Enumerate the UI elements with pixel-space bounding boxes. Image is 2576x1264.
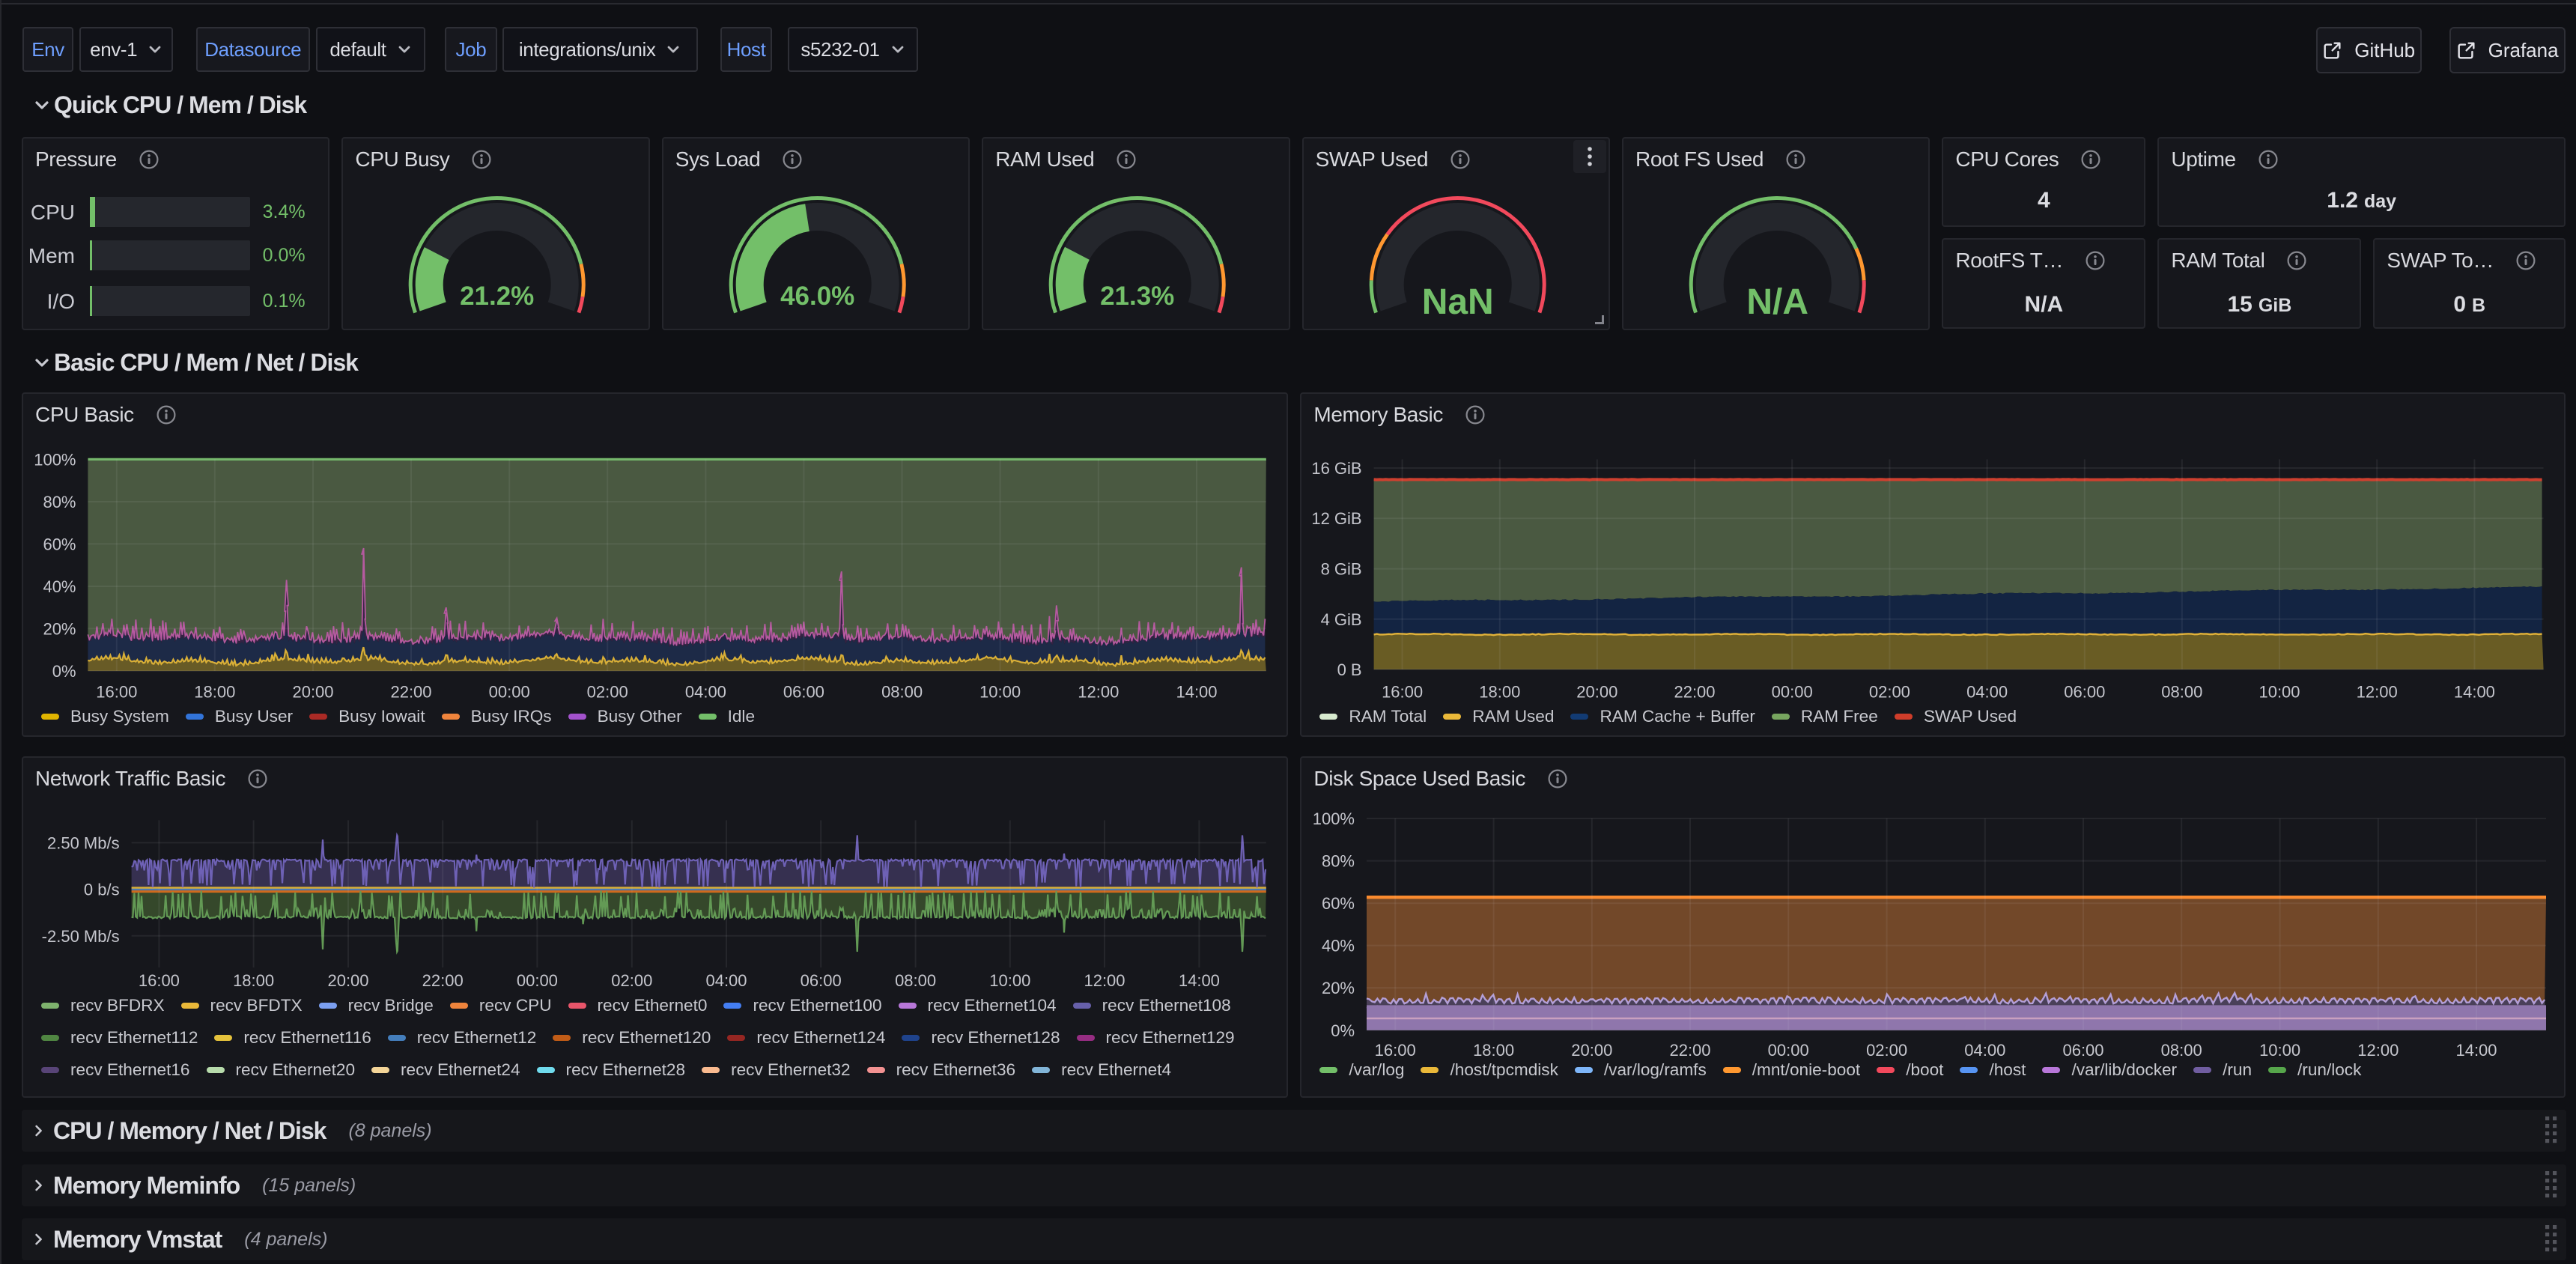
- svg-text:04:00: 04:00: [1965, 1041, 2006, 1060]
- svg-text:00:00: 00:00: [517, 971, 558, 990]
- svg-text:40%: 40%: [1322, 937, 1355, 955]
- svg-text:10:00: 10:00: [979, 683, 1021, 702]
- svg-text:20%: 20%: [43, 619, 76, 638]
- svg-text:12:00: 12:00: [1078, 683, 1119, 702]
- svg-text:16:00: 16:00: [96, 683, 137, 702]
- svg-text:21.3%: 21.3%: [1100, 282, 1174, 311]
- svg-text:14:00: 14:00: [1179, 971, 1220, 990]
- svg-text:04:00: 04:00: [685, 683, 726, 702]
- svg-text:60%: 60%: [43, 535, 76, 553]
- svg-text:0%: 0%: [1331, 1021, 1355, 1040]
- svg-text:22:00: 22:00: [1670, 1041, 1711, 1060]
- svg-text:06:00: 06:00: [801, 971, 842, 990]
- svg-text:8 GiB: 8 GiB: [1321, 560, 1362, 579]
- svg-text:12 GiB: 12 GiB: [1312, 509, 1362, 528]
- svg-text:NaN: NaN: [1421, 282, 1493, 322]
- svg-text:02:00: 02:00: [611, 971, 652, 990]
- svg-text:08:00: 08:00: [2162, 683, 2203, 702]
- svg-text:10:00: 10:00: [2259, 1041, 2300, 1060]
- svg-text:18:00: 18:00: [233, 971, 274, 990]
- svg-text:16 GiB: 16 GiB: [1312, 459, 1362, 478]
- svg-text:06:00: 06:00: [2065, 683, 2106, 702]
- svg-text:100%: 100%: [1313, 809, 1355, 828]
- svg-text:2.50 Mb/s: 2.50 Mb/s: [47, 833, 120, 852]
- svg-text:22:00: 22:00: [422, 971, 464, 990]
- svg-text:02:00: 02:00: [1869, 683, 1910, 702]
- svg-text:00:00: 00:00: [489, 683, 530, 702]
- svg-text:08:00: 08:00: [895, 971, 936, 990]
- svg-text:20:00: 20:00: [1577, 683, 1618, 702]
- svg-text:06:00: 06:00: [783, 683, 824, 702]
- svg-text:20:00: 20:00: [1572, 1041, 1613, 1060]
- svg-text:100%: 100%: [34, 450, 76, 469]
- svg-text:18:00: 18:00: [1473, 1041, 1514, 1060]
- svg-text:20%: 20%: [1322, 979, 1355, 997]
- svg-text:40%: 40%: [43, 577, 76, 596]
- svg-text:80%: 80%: [1322, 852, 1355, 871]
- svg-text:08:00: 08:00: [2161, 1041, 2202, 1060]
- svg-text:22:00: 22:00: [1674, 683, 1716, 702]
- svg-text:08:00: 08:00: [881, 683, 923, 702]
- svg-text:12:00: 12:00: [1084, 971, 1125, 990]
- svg-text:12:00: 12:00: [2357, 683, 2398, 702]
- svg-text:14:00: 14:00: [2456, 1041, 2497, 1060]
- svg-text:-2.50 Mb/s: -2.50 Mb/s: [42, 927, 120, 946]
- svg-text:14:00: 14:00: [1176, 683, 1217, 702]
- svg-text:16:00: 16:00: [1375, 1041, 1416, 1060]
- svg-text:80%: 80%: [43, 493, 76, 511]
- svg-text:20:00: 20:00: [327, 971, 368, 990]
- svg-text:10:00: 10:00: [989, 971, 1030, 990]
- svg-text:14:00: 14:00: [2454, 683, 2495, 702]
- svg-text:16:00: 16:00: [139, 971, 180, 990]
- svg-text:06:00: 06:00: [2063, 1041, 2104, 1060]
- svg-text:0 b/s: 0 b/s: [84, 881, 120, 899]
- svg-text:0 B: 0 B: [1337, 660, 1362, 679]
- svg-text:02:00: 02:00: [1866, 1041, 1907, 1060]
- svg-text:02:00: 02:00: [587, 683, 628, 702]
- svg-text:12:00: 12:00: [2358, 1041, 2399, 1060]
- svg-text:18:00: 18:00: [1480, 683, 1521, 702]
- svg-text:22:00: 22:00: [390, 683, 431, 702]
- svg-text:21.2%: 21.2%: [460, 282, 534, 311]
- svg-text:N/A: N/A: [1746, 282, 1808, 322]
- svg-text:10:00: 10:00: [2259, 683, 2300, 702]
- svg-text:04:00: 04:00: [1966, 683, 2008, 702]
- svg-text:18:00: 18:00: [194, 683, 235, 702]
- svg-text:0%: 0%: [52, 662, 76, 681]
- svg-text:00:00: 00:00: [1772, 683, 1813, 702]
- svg-text:46.0%: 46.0%: [780, 282, 854, 311]
- svg-text:60%: 60%: [1322, 894, 1355, 913]
- svg-text:00:00: 00:00: [1768, 1041, 1809, 1060]
- svg-text:4 GiB: 4 GiB: [1321, 610, 1362, 629]
- svg-text:16:00: 16:00: [1382, 683, 1423, 702]
- svg-text:04:00: 04:00: [705, 971, 747, 990]
- svg-text:20:00: 20:00: [292, 683, 333, 702]
